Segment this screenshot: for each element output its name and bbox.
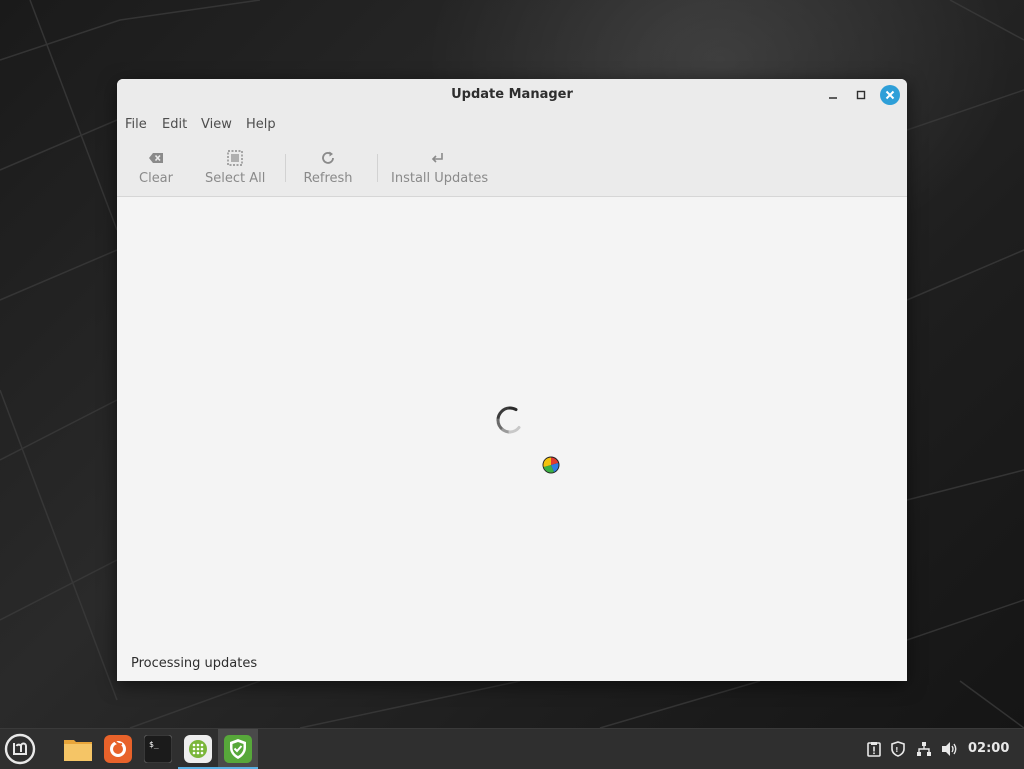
loading-spinner-icon [496, 406, 521, 434]
title-bar[interactable]: Update Manager [117, 79, 907, 111]
volume-icon [942, 742, 957, 756]
menu-edit[interactable]: Edit [162, 117, 187, 132]
maximize-icon [856, 90, 866, 100]
refresh-icon [322, 151, 334, 164]
shield-icon: ! [891, 741, 905, 757]
files-icon [64, 740, 92, 761]
busy-cursor-icon [542, 456, 560, 474]
tray-volume[interactable] [940, 739, 960, 759]
select-all-button[interactable]: Select All [205, 149, 265, 189]
refresh-label: Refresh [303, 171, 353, 186]
minimize-icon [829, 97, 837, 99]
clock[interactable]: 02:00 [968, 741, 1009, 756]
minimize-button[interactable] [824, 86, 842, 104]
taskbar-files[interactable] [58, 729, 98, 769]
close-button[interactable] [880, 85, 900, 105]
close-icon [885, 90, 895, 100]
tray-update-manager[interactable]: ! [888, 739, 908, 759]
mint-menu-icon [4, 733, 36, 765]
install-updates-label: Install Updates [391, 171, 489, 186]
taskbar-firefox[interactable] [98, 729, 138, 769]
network-icon [917, 742, 931, 756]
toolbar: Clear Select All Refresh Install Updates [117, 137, 907, 197]
status-text: Processing updates [131, 656, 258, 671]
svg-text:$_: $_ [149, 740, 159, 749]
refresh-button[interactable]: Refresh [303, 149, 353, 189]
menu-bar: File Edit View Help [117, 111, 907, 137]
terminal-icon: $_ [144, 735, 172, 763]
update-manager-icon [224, 735, 252, 763]
menu-file[interactable]: File [125, 117, 147, 132]
toolbar-separator [285, 154, 286, 182]
select-all-icon [227, 150, 243, 166]
firefox-icon [104, 735, 132, 763]
tray-network[interactable] [914, 739, 934, 759]
update-manager-window: Update Manager File Edit View Help Clear [117, 79, 907, 681]
menu-view[interactable]: View [201, 117, 232, 132]
window-title: Update Manager [451, 87, 573, 102]
tray-notifications[interactable] [864, 739, 884, 759]
toolbar-separator [377, 154, 378, 182]
clipboard-alert-icon [867, 742, 881, 757]
taskbar-terminal[interactable]: $_ [138, 729, 178, 769]
updates-list-area: Processing updates [117, 197, 907, 681]
taskbar-update-manager[interactable] [218, 729, 258, 769]
select-all-label: Select All [205, 171, 266, 186]
install-updates-button[interactable]: Install Updates [391, 149, 489, 189]
clear-label: Clear [139, 171, 173, 186]
mint-menu-button[interactable] [0, 729, 40, 769]
software-manager-icon [184, 735, 212, 763]
taskbar-software-manager[interactable] [178, 729, 218, 769]
svg-text:!: ! [895, 746, 898, 754]
taskbar: $_ ! 02:00 [0, 728, 1024, 769]
maximize-button[interactable] [852, 86, 870, 104]
return-arrow-icon [431, 153, 443, 163]
clear-button[interactable]: Clear [137, 149, 175, 189]
clear-icon [149, 153, 163, 163]
menu-help[interactable]: Help [246, 117, 276, 132]
